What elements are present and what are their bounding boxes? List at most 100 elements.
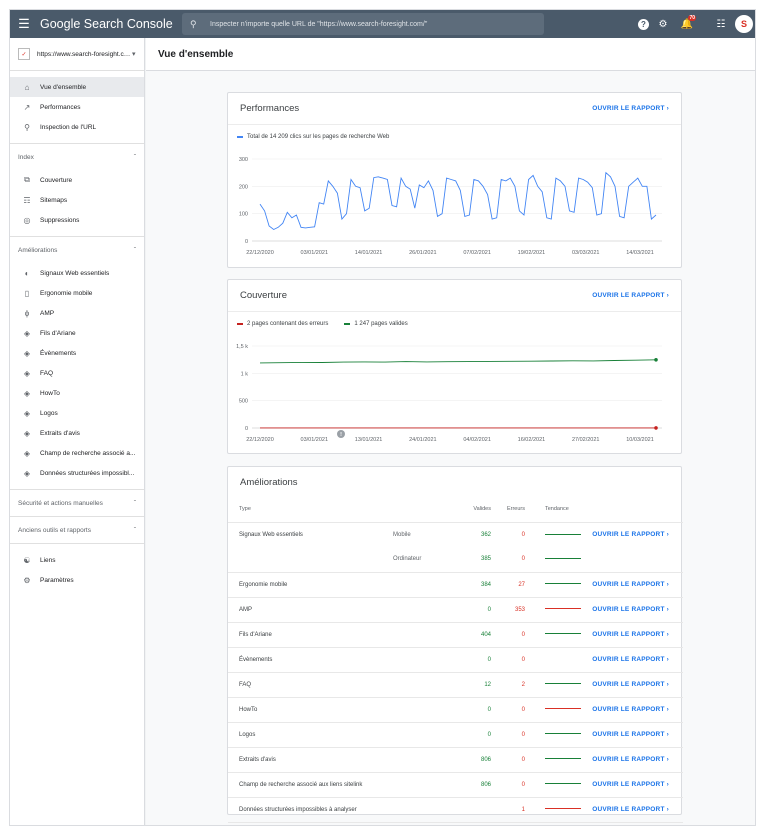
help-icon[interactable]: ? [638, 18, 649, 30]
table-row[interactable]: Données structurées impossibles à analys… [228, 797, 683, 823]
open-report-link[interactable]: OUVRIR LE RAPPORT › [592, 706, 669, 713]
sidebar-item-coverage[interactable]: ⧉ Couverture [10, 170, 144, 190]
table-row[interactable]: FAQ 12 2 OUVRIR LE RAPPORT › [228, 672, 683, 698]
sidebar-item-logos[interactable]: ◈ Logos [10, 403, 144, 423]
enhancements-table: Type Valides Erreurs Tendance Signaux We… [228, 497, 683, 823]
open-report-link[interactable]: OUVRIR LE RAPPORT › [592, 105, 669, 112]
row-device [393, 722, 447, 748]
avatar[interactable]: S [735, 15, 753, 33]
search-icon: ⚲ [190, 18, 197, 29]
sidebar-item-howto[interactable]: ◈ HowTo [10, 383, 144, 403]
chevron-up-icon: ˆ [133, 153, 136, 161]
row-errors: 0 [491, 547, 525, 573]
sidebar-item-sitelinks-searchbox[interactable]: ◈ Champ de recherche associé a... [10, 443, 144, 463]
row-trend [525, 747, 585, 773]
header-type: Type [228, 497, 393, 523]
bolt-icon: ϕ [24, 308, 30, 318]
open-report-link[interactable]: OUVRIR LE RAPPORT › [592, 581, 669, 588]
property-selector[interactable]: ✓ https://www.search-foresight.com/ ▾ [10, 38, 144, 71]
chevron-down-icon: ˇ [133, 499, 136, 507]
section-label: Index [18, 153, 34, 161]
gauge-icon: ◐ [24, 268, 30, 278]
open-report-link[interactable]: OUVRIR LE RAPPORT › [592, 681, 669, 688]
row-trend [525, 797, 585, 823]
open-report-link[interactable]: OUVRIR LE RAPPORT › [592, 606, 669, 613]
notifications-icon[interactable]: 🔔 70 [677, 14, 697, 34]
x-tick-label: 03/01/2021 [301, 250, 329, 256]
legend-label[interactable]: 2 pages contenant des erreurs [247, 321, 328, 327]
sidebar-item-mobile-usability[interactable]: ▯ Ergonomie mobile [10, 283, 144, 303]
row-valid: 0 [447, 722, 491, 748]
row-errors: 0 [491, 772, 525, 798]
open-report-link[interactable]: OUVRIR LE RAPPORT › [592, 656, 669, 663]
row-type: HowTo [228, 697, 393, 723]
open-report-link[interactable]: OUVRIR LE RAPPORT › [592, 531, 669, 538]
open-report-link[interactable]: OUVRIR LE RAPPORT › [592, 631, 669, 638]
sidebar-item-events[interactable]: ◈ Évènements [10, 343, 144, 363]
header-valid: Valides [447, 497, 491, 523]
row-trend [525, 672, 585, 698]
apps-grid-icon[interactable]: ☷ [711, 14, 731, 34]
sidebar-item-label: Ergonomie mobile [40, 289, 93, 297]
coverage-chart[interactable]: 1,5 k 1 k 500 0 22/12/2020 03/01/2021 13/01/20… [228, 332, 683, 450]
open-report-link[interactable]: OUVRIR LE RAPPORT › [592, 781, 669, 788]
url-inspection-search[interactable]: ⚲ Inspecter n'importe quelle URL de "htt… [182, 13, 544, 35]
trend-sparkline [545, 533, 581, 535]
section-header-security[interactable]: Sécurité et actions manuelles ˇ [10, 490, 144, 516]
sidebar-item-core-web-vitals[interactable]: ◐ Signaux Web essentiels [10, 263, 144, 283]
sidebar-item-performance[interactable]: ↗ Performances [10, 97, 144, 117]
sidebar-item-breadcrumbs[interactable]: ◈ Fils d'Ariane [10, 323, 144, 343]
x-tick-label: 26/01/2021 [409, 250, 437, 256]
enhancements-card: Améliorations Type Valides Erreurs Tenda… [227, 466, 683, 823]
row-trend [525, 647, 585, 673]
section-header-index[interactable]: Index ˆ [10, 144, 144, 170]
section-header-improvements[interactable]: Améliorations ˆ [10, 237, 144, 263]
table-row[interactable]: Ordinateur 385 0 [228, 547, 683, 573]
sidebar-item-label: Champ de recherche associé a... [40, 449, 136, 457]
table-row[interactable]: HowTo 0 0 OUVRIR LE RAPPORT › [228, 697, 683, 723]
sidebar-item-unparsable-data[interactable]: ◈ Données structurées impossibl... [10, 463, 144, 483]
performance-chart[interactable]: 300 200 100 0 22/12/2020 03/01/2021 14/01/2021… [228, 145, 683, 263]
sidebar-item-links[interactable]: ☯ Liens [10, 550, 144, 570]
sidebar-item-removals[interactable]: ◎ Suppressions [10, 210, 144, 230]
legend-label[interactable]: Total de 14 209 clics sur les pages de r… [247, 134, 389, 140]
x-tick-label: 19/02/2021 [518, 250, 546, 256]
menu-icon[interactable]: ☰ [10, 10, 38, 38]
table-row[interactable]: AMP 0 353 OUVRIR LE RAPPORT › [228, 597, 683, 623]
row-trend [525, 597, 585, 623]
layers-icon: ◈ [23, 408, 31, 418]
sidebar-item-overview[interactable]: ⌂ Vue d'ensemble [10, 77, 144, 97]
sidebar-item-amp[interactable]: ϕ AMP [10, 303, 144, 323]
x-tick-label: 04/02/2021 [463, 437, 491, 443]
sidebar-item-label: Suppressions [40, 216, 80, 224]
x-tick-label: 13/01/2021 [355, 437, 383, 443]
table-row[interactable]: Extraits d'avis 806 0 OUVRIR LE RAPPORT › [228, 747, 683, 773]
open-report-link[interactable]: OUVRIR LE RAPPORT › [592, 806, 669, 813]
legend-label[interactable]: 1 247 pages valides [354, 321, 407, 327]
row-device [393, 797, 447, 823]
legend-swatch [344, 323, 351, 325]
app-window: ☰ Google Search Console ⚲ Inspecter n'im… [9, 9, 756, 826]
table-row[interactable]: Champ de recherche associé aux liens sit… [228, 772, 683, 798]
app-title[interactable]: Google Search Console [40, 17, 182, 31]
table-row[interactable]: Logos 0 0 OUVRIR LE RAPPORT › [228, 722, 683, 748]
sidebar-item-review-snippets[interactable]: ◈ Extraits d'avis [10, 423, 144, 443]
manage-users-icon[interactable]: ⚙ [653, 14, 673, 34]
sidebar-item-sitemaps[interactable]: ☶ Sitemaps [10, 190, 144, 210]
table-row[interactable]: Fils d'Ariane 404 0 OUVRIR LE RAPPORT › [228, 622, 683, 648]
section-header-legacy[interactable]: Anciens outils et rapports ˇ [10, 517, 144, 543]
chevron-down-icon: ▾ [132, 51, 136, 58]
chevron-up-icon: ˆ [133, 246, 136, 254]
open-report-link[interactable]: OUVRIR LE RAPPORT › [592, 292, 669, 299]
row-errors: 0 [521, 531, 525, 538]
open-report-link[interactable]: OUVRIR LE RAPPORT › [592, 731, 669, 738]
sidebar-item-settings[interactable]: ⚙ Paramètres [10, 570, 144, 590]
table-row[interactable]: Ergonomie mobile 384 27 OUVRIR LE RAPPORT › [228, 572, 683, 598]
sidebar-item-url-inspection[interactable]: ⚲ Inspection de l'URL [10, 117, 144, 137]
row-type: Fils d'Ariane [228, 622, 393, 648]
table-row[interactable]: Évènements 0 0 OUVRIR LE RAPPORT › [228, 647, 683, 673]
sidebar-item-faq[interactable]: ◈ FAQ [10, 363, 144, 383]
open-report-link[interactable]: OUVRIR LE RAPPORT › [592, 756, 669, 763]
section-label: Améliorations [18, 246, 58, 254]
table-row[interactable]: Signaux Web essentiels Mobile 362 0 OUVRIR L… [228, 522, 683, 547]
